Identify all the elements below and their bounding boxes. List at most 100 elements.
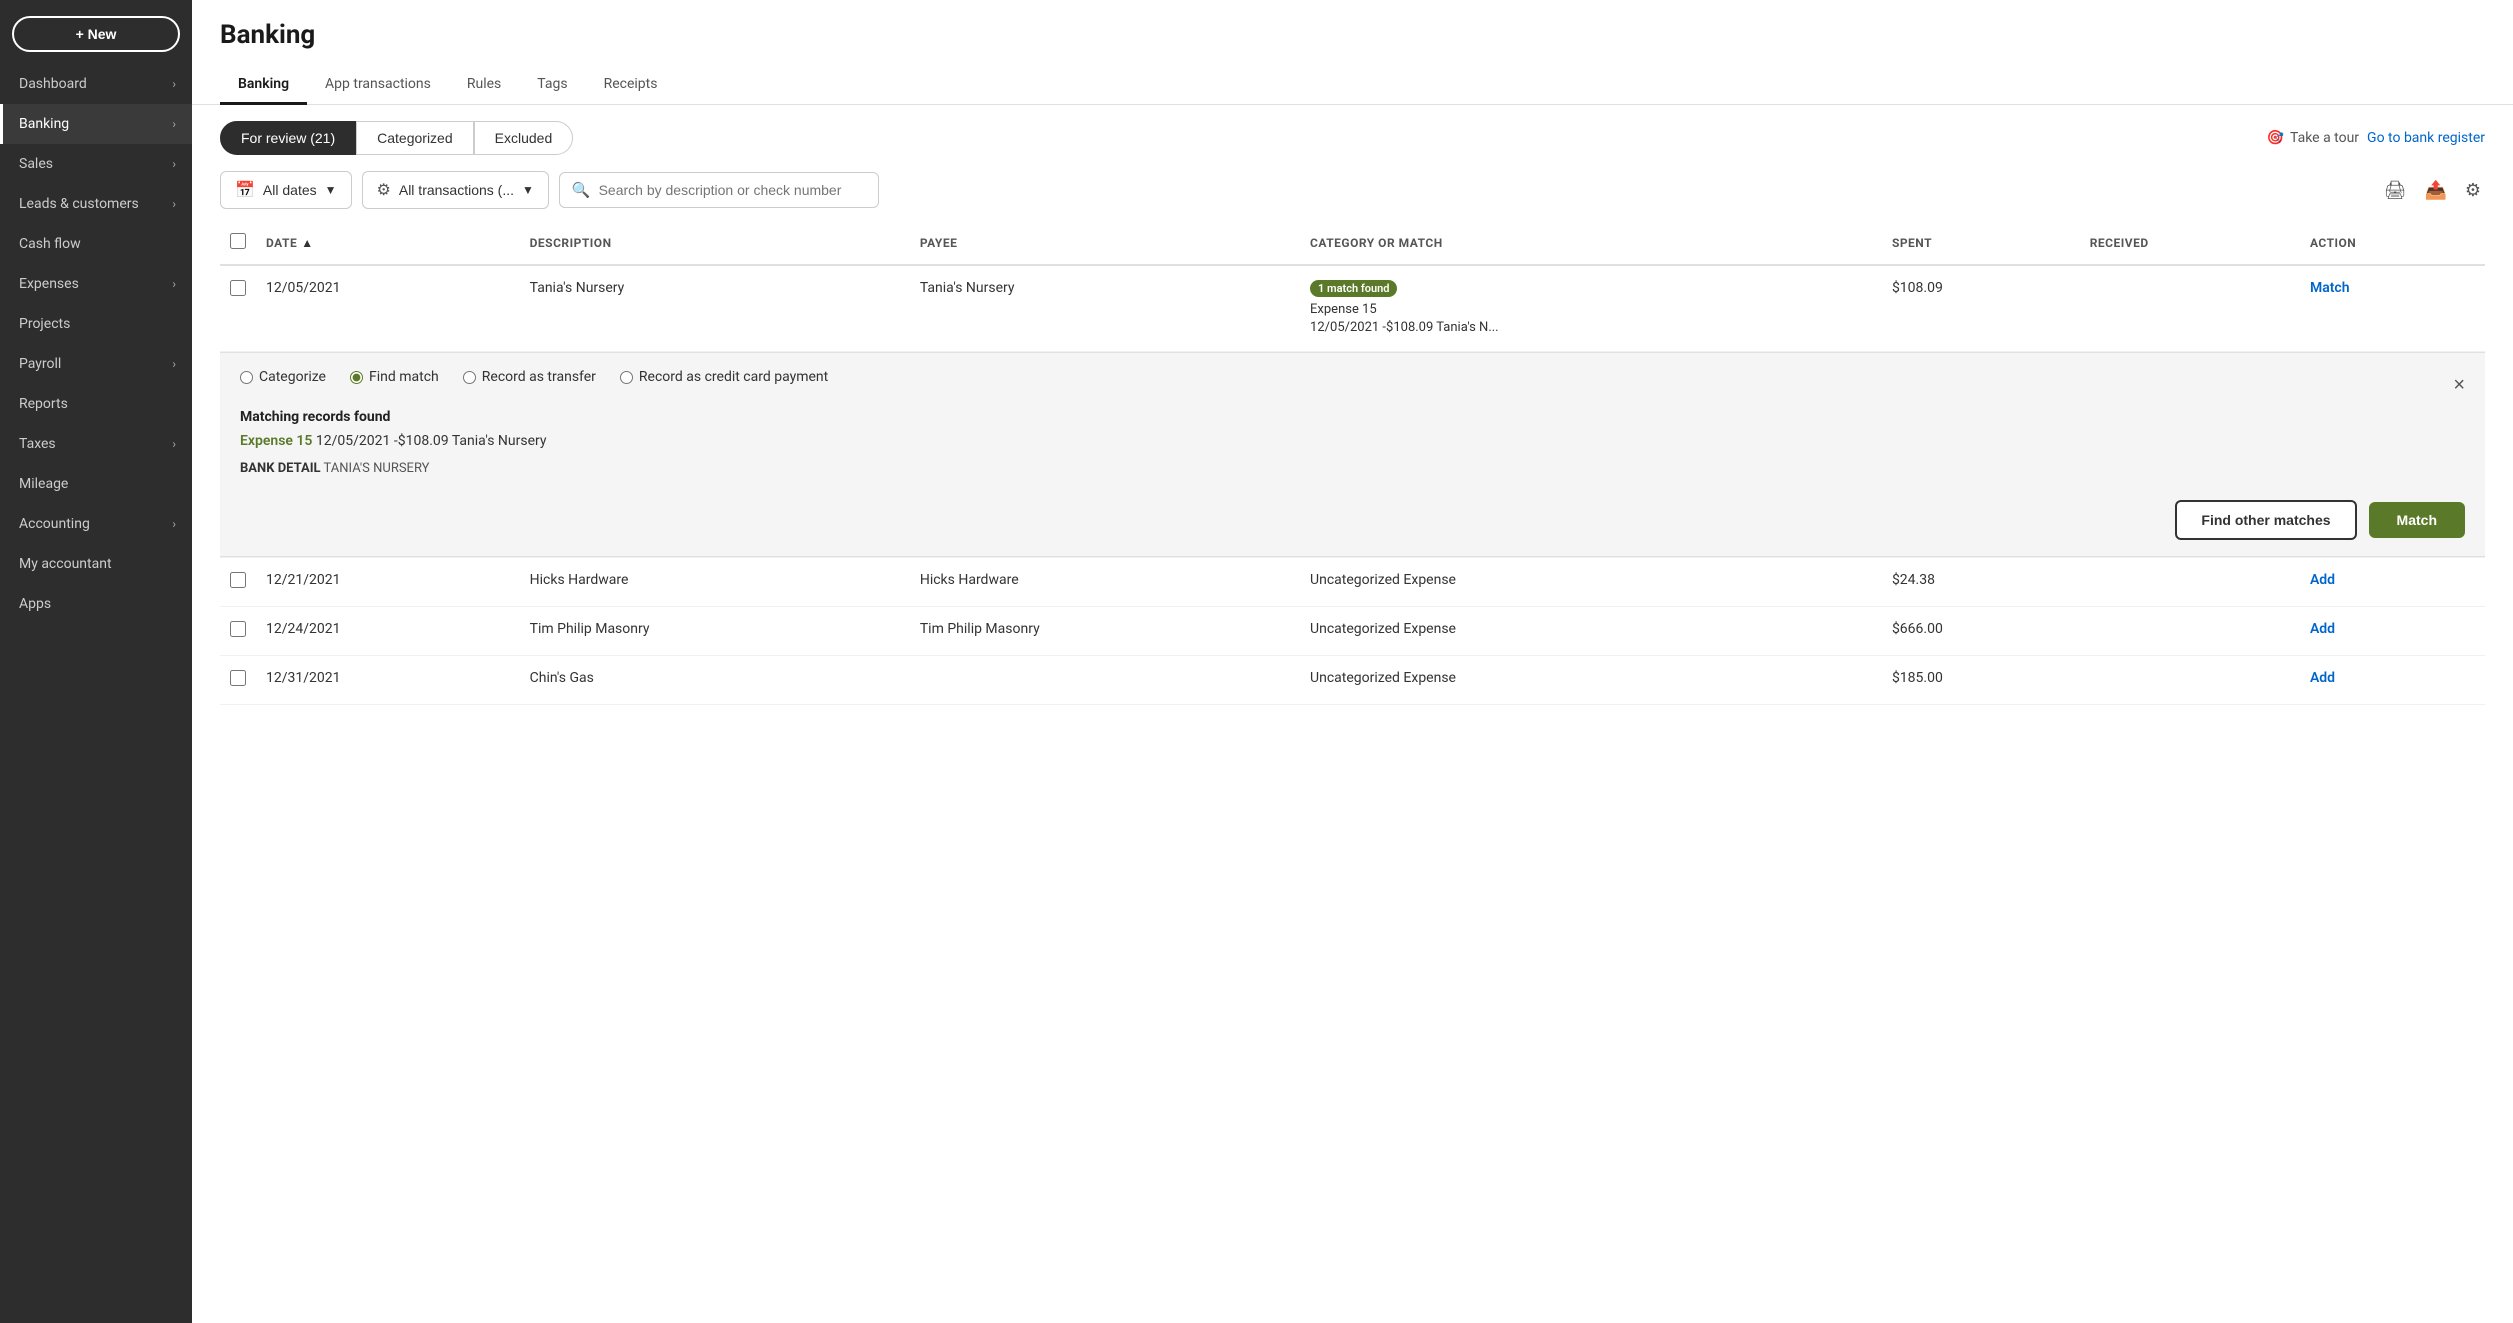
sidebar-item-dashboard[interactable]: Dashboard › (0, 64, 192, 104)
page-header: Banking BankingApp transactionsRulesTags… (192, 0, 2513, 105)
date-filter-dropdown[interactable]: 📅 All dates ▼ (220, 171, 352, 209)
tab-app-transactions[interactable]: App transactions (307, 66, 449, 105)
export-button[interactable]: 📤 (2420, 176, 2450, 205)
row-checkbox[interactable] (230, 621, 246, 637)
sidebar-item-label: Cash flow (19, 236, 81, 252)
take-a-tour-link[interactable]: 🎯 Take a tour (2267, 130, 2359, 146)
expense-link[interactable]: Expense 15 (240, 433, 312, 449)
review-buttons: For review (21)CategorizedExcluded (220, 121, 573, 155)
radio-label-find-match: Find match (369, 369, 439, 385)
table-row: 12/05/2021Tania's NurseryTania's Nursery… (220, 265, 2485, 352)
matching-record: Expense 15 12/05/2021 -$108.09 Tania's N… (240, 433, 2465, 449)
main-content: Banking BankingApp transactionsRulesTags… (192, 0, 2513, 1323)
col-header-date[interactable]: DATE▲ (256, 221, 520, 265)
sidebar-item-mileage[interactable]: Mileage (0, 464, 192, 504)
radio-record-transfer[interactable] (463, 371, 476, 384)
sidebar-item-apps[interactable]: Apps (0, 584, 192, 624)
sidebar-item-reports[interactable]: Reports (0, 384, 192, 424)
filter-icon: ⚙ (377, 180, 391, 200)
sidebar-item-accounting[interactable]: Accounting › (0, 504, 192, 544)
row-checkbox-cell (220, 558, 256, 607)
match-action-link[interactable]: Match (2310, 280, 2350, 296)
add-action-link[interactable]: Add (2310, 670, 2335, 686)
radio-opt-categorize[interactable]: Categorize (240, 369, 326, 385)
col-header-action: ACTION (2300, 221, 2485, 265)
select-all-checkbox[interactable] (230, 233, 246, 249)
settings-button[interactable]: ⚙ (2461, 176, 2485, 205)
bank-detail-label: BANK DETAIL (240, 461, 321, 476)
sidebar-item-label: Mileage (19, 476, 68, 492)
row-category: Uncategorized Expense (1300, 558, 1882, 607)
transactions-chevron-icon: ▼ (522, 183, 534, 197)
radio-categorize[interactable] (240, 371, 253, 384)
sidebar-item-label: Taxes (19, 436, 56, 452)
col-header-spent: SPENT (1882, 221, 2080, 265)
tab-banking[interactable]: Banking (220, 66, 307, 105)
sidebar-item-leads[interactable]: Leads & customers › (0, 184, 192, 224)
tour-icon: 🎯 (2267, 130, 2284, 146)
transactions-table-container: DATE▲DESCRIPTIONPAYEECATEGORY OR MATCHSP… (192, 221, 2513, 1323)
toolbar: For review (21)CategorizedExcluded 🎯 Tak… (192, 105, 2513, 171)
radio-record-credit[interactable] (620, 371, 633, 384)
review-btn-categorized[interactable]: Categorized (356, 121, 474, 155)
sidebar-item-myaccountant[interactable]: My accountant (0, 544, 192, 584)
search-icon: 🔍 (572, 181, 591, 199)
col-header-category: CATEGORY OR MATCH (1300, 221, 1882, 265)
row-category: Uncategorized Expense (1300, 607, 1882, 656)
print-button[interactable]: 🖨 (2380, 176, 2411, 205)
row-checkbox[interactable] (230, 280, 246, 296)
sidebar-item-label: Leads & customers (19, 196, 139, 212)
row-action-cell: Match (2300, 265, 2485, 352)
expanded-panel-row: Categorize Find match Record as transfer (220, 352, 2485, 558)
sidebar-item-payroll[interactable]: Payroll › (0, 344, 192, 384)
sidebar-item-label: Banking (19, 116, 69, 132)
chevron-right-icon: › (172, 117, 176, 131)
sidebar-item-label: Sales (19, 156, 53, 172)
match-button[interactable]: Match (2369, 502, 2465, 538)
radio-label-record-credit: Record as credit card payment (639, 369, 828, 385)
add-action-link[interactable]: Add (2310, 621, 2335, 637)
review-btn-for-review[interactable]: For review (21) (220, 121, 356, 155)
sidebar-item-cashflow[interactable]: Cash flow (0, 224, 192, 264)
new-button[interactable]: + New (12, 16, 180, 52)
row-payee (910, 656, 1300, 705)
radio-opt-record-credit[interactable]: Record as credit card payment (620, 369, 828, 385)
tab-tags[interactable]: Tags (519, 66, 585, 105)
chevron-right-icon: › (172, 197, 176, 211)
sidebar-item-banking[interactable]: Banking › (0, 104, 192, 144)
radio-opt-find-match[interactable]: Find match (350, 369, 439, 385)
row-received (2080, 656, 2300, 705)
add-action-link[interactable]: Add (2310, 572, 2335, 588)
row-checkbox[interactable] (230, 572, 246, 588)
search-input[interactable] (599, 182, 866, 198)
go-to-bank-register-link[interactable]: Go to bank register (2367, 130, 2485, 146)
radio-opt-record-transfer[interactable]: Record as transfer (463, 369, 596, 385)
tab-receipts[interactable]: Receipts (586, 66, 676, 105)
col-header-received: RECEIVED (2080, 221, 2300, 265)
chevron-right-icon: › (172, 157, 176, 171)
col-header-description: DESCRIPTION (520, 221, 910, 265)
find-other-matches-button[interactable]: Find other matches (2175, 500, 2356, 540)
sidebar-item-sales[interactable]: Sales › (0, 144, 192, 184)
row-checkbox[interactable] (230, 670, 246, 686)
row-received (2080, 265, 2300, 352)
sidebar-item-projects[interactable]: Projects (0, 304, 192, 344)
close-expanded-button[interactable]: × (2453, 374, 2465, 397)
row-checkbox-cell (220, 265, 256, 352)
transactions-filter-dropdown[interactable]: ⚙ All transactions (... ▼ (362, 171, 549, 209)
row-payee: Hicks Hardware (910, 558, 1300, 607)
sidebar-item-label: Dashboard (19, 76, 87, 92)
review-btn-excluded[interactable]: Excluded (474, 121, 574, 155)
search-box: 🔍 (559, 172, 879, 208)
sidebar-item-label: Payroll (19, 356, 61, 372)
radio-find-match[interactable] (350, 371, 363, 384)
sidebar-item-taxes[interactable]: Taxes › (0, 424, 192, 464)
row-category: Uncategorized Expense (1300, 656, 1882, 705)
tab-rules[interactable]: Rules (449, 66, 519, 105)
expanded-panel-cell: Categorize Find match Record as transfer (220, 352, 2485, 558)
row-spent: $108.09 (1882, 265, 2080, 352)
sidebar: + New Dashboard ›Banking ›Sales ›Leads &… (0, 0, 192, 1323)
col-header-payee: PAYEE (910, 221, 1300, 265)
row-date: 12/05/2021 (256, 265, 520, 352)
sidebar-item-expenses[interactable]: Expenses › (0, 264, 192, 304)
